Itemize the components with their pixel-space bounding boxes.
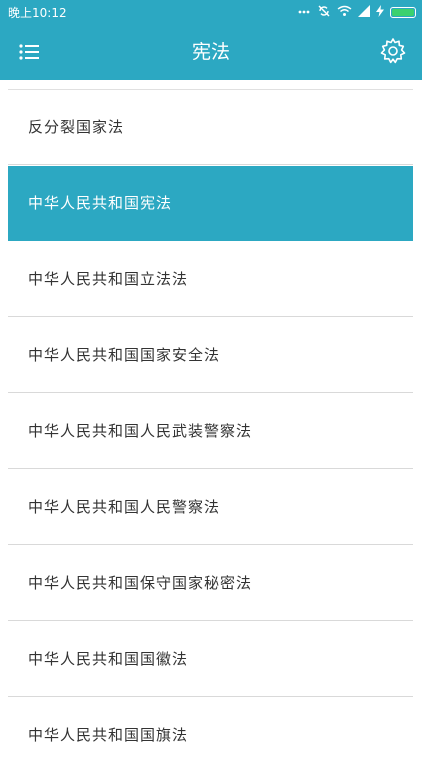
sync-off-icon bbox=[317, 4, 331, 21]
list-item-label: 中华人民共和国国家安全法 bbox=[28, 346, 221, 364]
list-item[interactable]: 反分裂国家法 bbox=[8, 90, 413, 165]
status-time: 晚上10:12 bbox=[8, 6, 67, 20]
app-bar: 宪法 bbox=[0, 24, 422, 80]
list-item-label: 中华人民共和国国旗法 bbox=[28, 726, 189, 744]
list-item-label: 中华人民共和国国徽法 bbox=[28, 650, 189, 668]
list-item-label: 中华人民共和国宪法 bbox=[28, 194, 173, 212]
page-title: 宪法 bbox=[191, 41, 230, 63]
list-item[interactable]: 中华人民共和国国旗法 bbox=[8, 698, 413, 751]
list-item[interactable]: 中华人民共和国人民警察法 bbox=[8, 470, 413, 545]
gear-icon bbox=[380, 38, 406, 64]
list-item[interactable]: 中华人民共和国国家安全法 bbox=[8, 318, 413, 393]
list-item-selected[interactable]: 中华人民共和国宪法 bbox=[8, 166, 413, 241]
list-item[interactable]: 中华人民共和国国徽法 bbox=[8, 622, 413, 697]
dots-icon bbox=[297, 5, 311, 19]
list-item[interactable]: 中华人民共和国人民武装警察法 bbox=[8, 394, 413, 469]
status-bar: 晚上10:12 bbox=[0, 0, 422, 24]
list-item-label: 中华人民共和国人民武装警察法 bbox=[28, 422, 253, 440]
list-item[interactable]: 中华人民共和国立法法 bbox=[8, 242, 413, 317]
list-item-label: 反分裂国家法 bbox=[28, 118, 125, 136]
status-icons bbox=[297, 3, 416, 21]
charging-icon bbox=[376, 4, 384, 20]
list-item-label: 中华人民共和国保守国家秘密法 bbox=[28, 574, 253, 592]
signal-icon bbox=[358, 4, 370, 20]
list-item-label: 中华人民共和国立法法 bbox=[28, 270, 189, 288]
battery-icon bbox=[390, 6, 416, 18]
wifi-icon bbox=[337, 5, 352, 20]
settings-button[interactable] bbox=[378, 36, 408, 66]
list-item-label: 中华人民共和国人民警察法 bbox=[28, 498, 221, 516]
list-item[interactable]: 中华人民共和国保守国家秘密法 bbox=[8, 546, 413, 621]
